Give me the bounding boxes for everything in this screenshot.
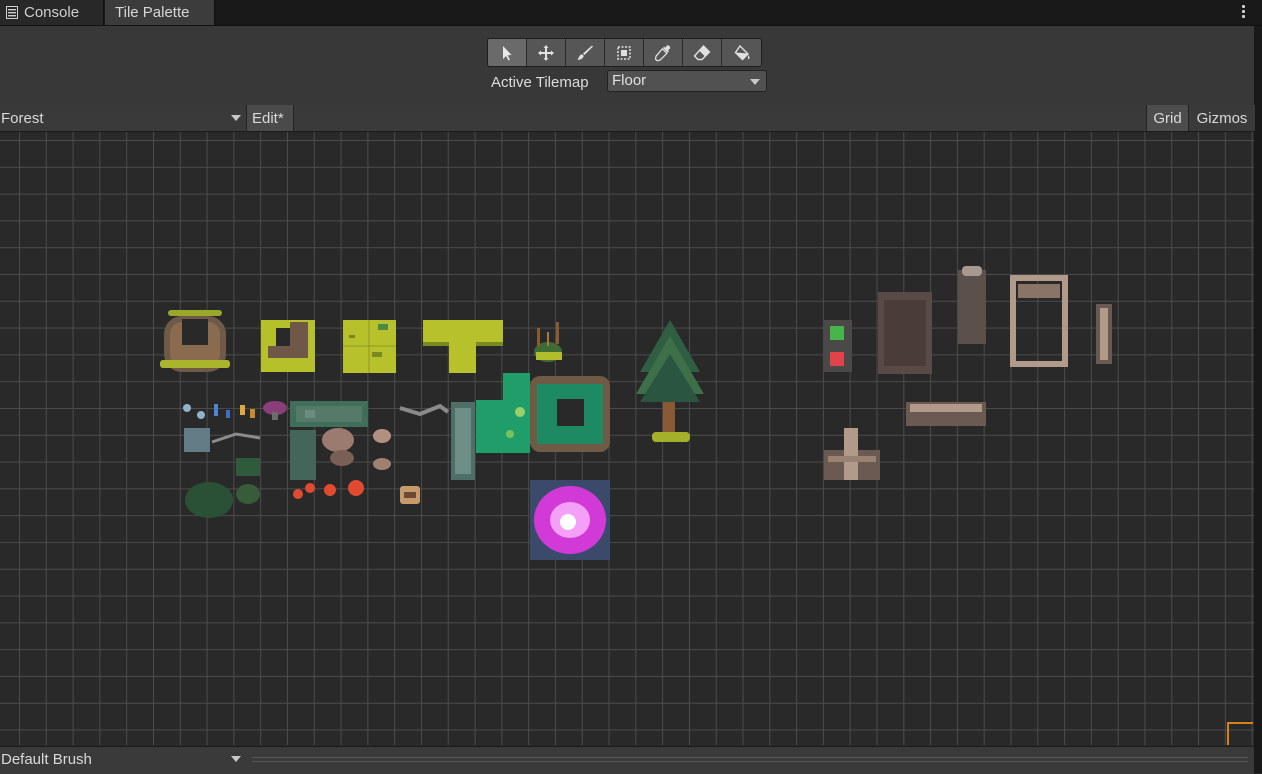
eyedropper-icon [654,44,671,61]
palette-grid-canvas[interactable] [0,132,1254,745]
window-edge [1254,26,1262,773]
decoration-tiles[interactable] [183,401,287,452]
branch-tile[interactable] [399,403,450,417]
box-fill-icon [617,45,631,60]
active-tilemap-value: Floor [612,72,647,89]
chevron-down-icon [231,115,241,121]
bush-and-mushroom-tiles[interactable] [185,480,420,518]
pine-tree-tile[interactable] [636,320,704,442]
move-tool-button[interactable] [527,39,566,66]
tab-console-label: Console [24,4,80,21]
dungeon-tiles[interactable] [824,266,1112,480]
more-options-icon[interactable] [1242,5,1246,21]
palette-dropdown[interactable]: Forest [0,105,245,131]
brush-name: Default Brush [1,751,92,768]
tab-tile-palette-label: Tile Palette [115,4,190,21]
portal-tile[interactable] [530,480,610,560]
select-tool-button[interactable] [488,39,527,66]
tile-palette-toolbar: Active Tilemap Floor [0,26,1254,105]
grass-path-tile[interactable] [261,320,315,372]
gizmos-toggle-button[interactable]: Gizmos [1188,105,1255,131]
mushroom-rocks-tiles[interactable] [236,428,391,480]
stone-wall-tile[interactable] [290,401,368,427]
brush-bar: Default Brush [0,746,1254,774]
active-tilemap-label: Active Tilemap [491,74,589,91]
palette-name: Forest [1,110,44,127]
tab-console[interactable]: Console [0,0,104,25]
stone-pillar-tile[interactable] [451,402,475,480]
paint-tool-button[interactable] [566,39,605,66]
chevron-down-icon [750,79,760,85]
chevron-down-icon [231,756,241,762]
fill-tool-button[interactable] [722,39,761,66]
window-tab-bar: Console Tile Palette [0,0,1262,26]
brush-dropdown[interactable]: Default Brush [0,747,246,774]
tile-palette-art [160,266,1112,560]
brush-inspector-splitter[interactable] [252,757,1248,762]
console-list-icon [6,6,18,19]
grid-toggle-button[interactable]: Grid [1146,105,1188,131]
eraser-icon [693,44,711,60]
box-fill-tool-button[interactable] [605,39,644,66]
cattail-plant-tile[interactable] [534,322,562,362]
erase-tool-button[interactable] [683,39,722,66]
paint-bucket-icon [734,44,750,60]
arrow-pointer-icon [503,45,512,60]
selection-marker [1227,722,1253,745]
tab-tile-palette[interactable]: Tile Palette [105,0,215,25]
move-arrows-icon [538,44,554,61]
pond-tiles[interactable] [476,373,610,453]
picker-tool-button[interactable] [644,39,683,66]
active-tilemap-dropdown[interactable]: Floor [607,70,767,92]
edit-palette-button[interactable]: Edit* [246,105,294,131]
grass-t-tile[interactable] [423,320,503,373]
palette-bar: Forest Edit* Grid Gizmos [0,105,1255,132]
grass-block-tiles[interactable] [343,320,396,373]
paintbrush-icon [577,45,593,60]
dirt-ring-tile[interactable] [160,310,230,372]
tool-group [487,38,762,67]
